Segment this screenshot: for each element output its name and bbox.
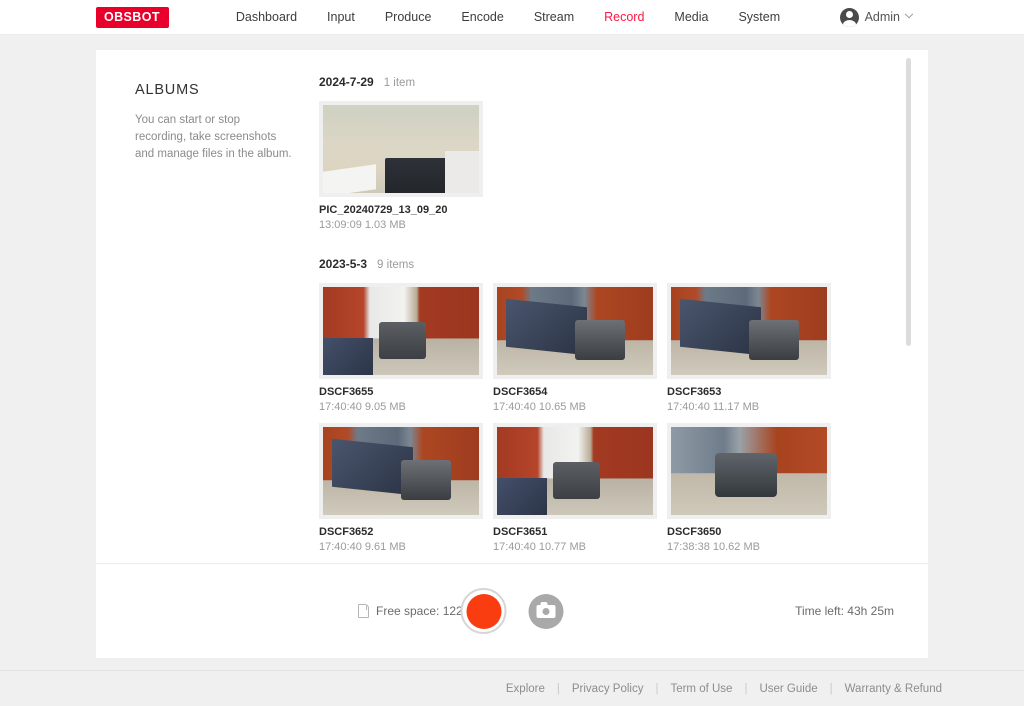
capture-buttons	[461, 588, 564, 634]
footer-link-term-of-use[interactable]: Term of Use	[670, 683, 732, 695]
album-item[interactable]: DSCF3652 17:40:40 9.61 MB	[319, 423, 483, 553]
main-nav: Dashboard Input Produce Encode Stream Record M…	[236, 10, 780, 24]
album-thumbnail[interactable]	[319, 423, 483, 519]
album-thumbnail[interactable]	[667, 423, 831, 519]
album-thumbnail[interactable]	[493, 283, 657, 379]
thumbnail-detail	[445, 151, 479, 193]
album-thumbnail[interactable]	[667, 283, 831, 379]
album-item-name: DSCF3655	[319, 386, 483, 398]
record-dot-icon	[466, 594, 501, 629]
thumbnail-detail	[401, 460, 451, 500]
album-group-header: 2024-7-29 1 item	[319, 75, 928, 89]
nav-item-stream[interactable]: Stream	[534, 10, 574, 24]
admin-account-menu[interactable]: Admin	[840, 8, 912, 27]
thumbnail-image	[671, 427, 827, 515]
album-item[interactable]: DSCF3651 17:40:40 10.77 MB	[493, 423, 657, 553]
thumbnail-detail	[379, 322, 426, 359]
footer-link-privacy-policy[interactable]: Privacy Policy	[572, 683, 644, 695]
page-container: ALBUMS You can start or stop recording, …	[0, 35, 1024, 670]
panel-body: ALBUMS You can start or stop recording, …	[96, 50, 928, 563]
nav-item-produce[interactable]: Produce	[385, 10, 432, 24]
group-item-count: 9 items	[377, 259, 414, 271]
nav-item-input[interactable]: Input	[327, 10, 355, 24]
album-item-meta: 17:40:40 9.05 MB	[319, 401, 483, 413]
thumbnail-image	[671, 287, 827, 375]
footer-link-warranty-refund[interactable]: Warranty & Refund	[845, 683, 942, 695]
footer-link-explore[interactable]: Explore	[506, 683, 545, 695]
nav-item-system[interactable]: System	[738, 10, 780, 24]
footer-link-user-guide[interactable]: User Guide	[759, 683, 817, 695]
time-left-label: Time left: 43h 25m	[795, 604, 894, 618]
thumbnail-image	[323, 105, 479, 193]
user-avatar-icon	[840, 8, 859, 27]
nav-item-encode[interactable]: Encode	[461, 10, 503, 24]
album-item-name: PIC_20240729_13_09_20	[319, 204, 483, 216]
chevron-down-icon	[905, 10, 913, 18]
album-item-name: DSCF3650	[667, 526, 831, 538]
record-panel: ALBUMS You can start or stop recording, …	[96, 50, 928, 658]
footer-separator: |	[545, 683, 572, 695]
footer-separator: |	[732, 683, 759, 695]
thumbnail-detail	[323, 165, 376, 197]
album-item-name: DSCF3651	[493, 526, 657, 538]
album-item-meta: 17:40:40 9.61 MB	[319, 541, 483, 553]
thumbnail-image	[497, 427, 653, 515]
page-title: ALBUMS	[135, 82, 293, 98]
album-item-meta: 17:40:40 11.17 MB	[667, 401, 831, 413]
record-button[interactable]	[461, 588, 507, 634]
album-item[interactable]: DSCF3655 17:40:40 9.05 MB	[319, 283, 483, 413]
album-group-header: 2023-5-3 9 items	[319, 257, 928, 271]
thumbnail-detail	[553, 462, 600, 499]
album-item[interactable]: DSCF3650 17:38:38 10.62 MB	[667, 423, 831, 553]
footer-separator: |	[818, 683, 845, 695]
sd-card-icon	[358, 604, 369, 618]
group-spacer	[319, 231, 928, 257]
thumbnail-image	[497, 287, 653, 375]
album-item-meta: 17:40:40 10.65 MB	[493, 401, 657, 413]
nav-item-dashboard[interactable]: Dashboard	[236, 10, 297, 24]
group-item-count: 1 item	[384, 77, 415, 89]
album-item-meta: 13:09:09 1.03 MB	[319, 219, 483, 231]
album-item[interactable]: DSCF3653 17:40:40 11.17 MB	[667, 283, 831, 413]
camera-icon	[537, 605, 556, 618]
album-item-meta: 17:40:40 10.77 MB	[493, 541, 657, 553]
footer-separator: |	[643, 683, 670, 695]
admin-label: Admin	[865, 10, 900, 24]
sidebar-description: You can start or stop recording, take sc…	[135, 112, 293, 163]
albums-sidebar: ALBUMS You can start or stop recording, …	[96, 50, 319, 563]
capture-control-bar: Free space: 122.9 GB Time left: 43h 25m	[96, 563, 928, 658]
album-item[interactable]: DSCF3654 17:40:40 10.65 MB	[493, 283, 657, 413]
nav-item-record[interactable]: Record	[604, 10, 644, 24]
page-footer: Explore|Privacy Policy|Term of Use|User …	[0, 670, 1024, 706]
album-item-name: DSCF3654	[493, 386, 657, 398]
snapshot-button[interactable]	[529, 594, 564, 629]
group-date: 2023-5-3	[319, 257, 367, 271]
album-grid: DSCF3655 17:40:40 9.05 MB DSCF3654 17:40:40…	[319, 283, 928, 553]
group-date: 2024-7-29	[319, 75, 374, 89]
album-item-meta: 17:38:38 10.62 MB	[667, 541, 831, 553]
album-grid: PIC_20240729_13_09_20 13:09:09 1.03 MB	[319, 101, 928, 231]
thumbnail-image	[323, 427, 479, 515]
album-item[interactable]: PIC_20240729_13_09_20 13:09:09 1.03 MB	[319, 101, 483, 231]
album-thumbnail[interactable]	[319, 283, 483, 379]
gallery-scrollbar-thumb[interactable]	[906, 58, 911, 346]
album-item-name: DSCF3653	[667, 386, 831, 398]
top-navigation-bar: OBSBOT Dashboard Input Produce Encode Stream…	[0, 0, 1024, 35]
album-thumbnail[interactable]	[319, 101, 483, 197]
thumbnail-detail	[749, 320, 799, 360]
thumbnail-detail	[715, 453, 777, 497]
album-gallery[interactable]: 2024-7-29 1 item PIC_20240729_13_09_20 13:0…	[319, 50, 928, 563]
thumbnail-image	[323, 287, 479, 375]
nav-item-media[interactable]: Media	[674, 10, 708, 24]
thumbnail-detail	[497, 478, 547, 515]
obsbot-logo[interactable]: OBSBOT	[96, 7, 169, 28]
album-item-name: DSCF3652	[319, 526, 483, 538]
thumbnail-detail	[575, 320, 625, 360]
album-thumbnail[interactable]	[493, 423, 657, 519]
thumbnail-detail	[323, 338, 373, 375]
